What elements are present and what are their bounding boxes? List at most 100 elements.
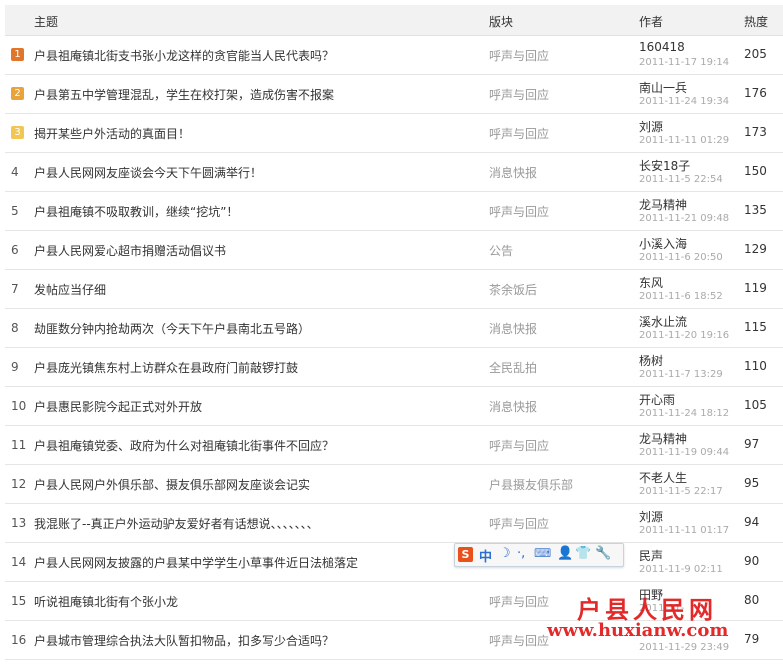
forum-link[interactable]: 呼声与回应 <box>489 86 549 103</box>
heat-count: 150 <box>744 164 767 178</box>
author-link[interactable]: 小溪入海 <box>639 235 687 252</box>
heat-count: 135 <box>744 203 767 217</box>
heat-count: 173 <box>744 125 767 139</box>
post-date: 2011-11-29 23:49 <box>639 642 730 653</box>
header-title: 主题 <box>34 15 59 29</box>
heat-count: 79 <box>744 632 760 646</box>
sogou-logo-icon[interactable]: S <box>458 547 473 562</box>
topic-title-link[interactable]: 揭开某些户外活动的真面目！ <box>34 125 190 142</box>
post-date: 2011-11-17 19:14 <box>639 57 730 68</box>
topic-title-link[interactable]: 劫匪数分钟内抢劫两次（今天下午户县南北五号路） <box>34 320 310 337</box>
topic-title-link[interactable]: 户县人民网网友披露的户县某中学学生小草事件近日法槌落定 <box>34 554 358 571</box>
forum-link[interactable]: 茶余饭后 <box>489 281 537 298</box>
forum-link[interactable]: 消息快报 <box>489 398 537 415</box>
table-row[interactable]: 14 户县人民网网友披露的户县某中学学生小草事件近日法槌落定 民声 2011-11-9… <box>5 543 783 582</box>
soft-keyboard-icon[interactable]: ⌨ <box>534 546 551 560</box>
forum-link[interactable]: 呼声与回应 <box>489 515 549 532</box>
table-row[interactable]: 10 户县惠民影院今起正式对外开放 消息快报 开心雨 2011-11-24 18:12 1… <box>5 387 783 426</box>
table-row[interactable]: 5 户县祖庵镇不吸取教训，继续“挖坑”！ 呼声与回应 龙马精神 2011-11-21 0… <box>5 192 783 231</box>
author-link[interactable]: 龙马精神 <box>639 196 687 213</box>
topic-title-link[interactable]: 我混账了--真正户外运动驴友爱好者有话想说、、、、、、、 <box>34 515 319 532</box>
rank-badge: 14 <box>11 555 27 569</box>
topic-title-link[interactable]: 户县祖庵镇党委、政府为什么对祖庵镇北街事件不回应？ <box>34 437 334 454</box>
post-date: 2011-11-20 19:16 <box>639 330 730 341</box>
half-width-icon[interactable]: ☽ <box>499 546 511 561</box>
forum-link[interactable]: 呼声与回应 <box>489 437 549 454</box>
ime-toolbar[interactable]: S 中 ☽ ·, ⌨ 👤 👕 🔧 <box>454 543 624 567</box>
forum-link[interactable]: 呼声与回应 <box>489 47 549 64</box>
author-link[interactable]: 长安18子 <box>639 157 690 174</box>
rank-badge: 4 <box>11 165 19 179</box>
table-row[interactable]: 6 户县人民网爱心超市捐赠活动倡议书 公告 小溪入海 2011-11-6 20:50 12… <box>5 231 783 270</box>
table-row[interactable]: 2 户县第五中学管理混乱，学生在校打架，造成伤害不报案 呼声与回应 南山一兵 2011-… <box>5 75 783 114</box>
forum-link[interactable]: 呼声与回应 <box>489 203 549 220</box>
punctuation-icon[interactable]: ·, <box>517 546 525 561</box>
rank-badge: 16 <box>11 633 27 647</box>
topic-title-link[interactable]: 发帖应当仔细 <box>34 281 106 298</box>
rank-badge: 6 <box>11 243 19 257</box>
topic-title-link[interactable]: 户县祖庵镇北街支书张小龙这样的贪官能当人民代表吗？ <box>34 47 334 64</box>
rank-badge: 10 <box>11 399 27 413</box>
table-row[interactable]: 7 发帖应当仔细 茶余饭后 东风 2011-11-6 18:52 119 <box>5 270 783 309</box>
table-row[interactable]: 11 户县祖庵镇党委、政府为什么对祖庵镇北街事件不回应？ 呼声与回应 龙马精神 2011… <box>5 426 783 465</box>
table-row[interactable]: 4 户县人民网网友座谈会今天下午圆满举行！ 消息快报 长安18子 2011-11-5 2… <box>5 153 783 192</box>
topic-title-link[interactable]: 户县人民网户外俱乐部、摄友俱乐部网友座谈会记实 <box>34 476 310 493</box>
rank-badge: 7 <box>11 282 19 296</box>
topic-title-link[interactable]: 户县第五中学管理混乱，学生在校打架，造成伤害不报案 <box>34 86 334 103</box>
forum-link[interactable]: 公告 <box>489 242 513 259</box>
author-link[interactable]: 开心雨 <box>639 391 675 408</box>
topic-title-link[interactable]: 户县祖庵镇不吸取教训，继续“挖坑”！ <box>34 203 238 220</box>
author-link[interactable]: 东风 <box>639 274 663 291</box>
author-link[interactable]: 刘源 <box>639 508 663 525</box>
post-date: 2011-11-9 02:11 <box>639 564 723 575</box>
table-row[interactable]: 8 劫匪数分钟内抢劫两次（今天下午户县南北五号路） 消息快报 溪水止流 2011-11-… <box>5 309 783 348</box>
author-link[interactable]: 龙马精神 <box>639 430 687 447</box>
forum-link[interactable]: 消息快报 <box>489 164 537 181</box>
post-date: 2011-11-7 13:29 <box>639 369 723 380</box>
watermark-url: www.huxianw.com <box>547 620 729 641</box>
topic-title-link[interactable]: 听说祖庵镇北街有个张小龙 <box>34 593 178 610</box>
heat-count: 95 <box>744 476 760 490</box>
forum-link[interactable]: 户县摄友俱乐部 <box>489 476 573 493</box>
author-link[interactable]: 杨树 <box>639 352 663 369</box>
post-date: 2011-11-5 22:17 <box>639 486 723 497</box>
forum-link[interactable]: 呼声与回应 <box>489 125 549 142</box>
author-link[interactable]: 不老人生 <box>639 469 687 486</box>
table-row[interactable]: 3 揭开某些户外活动的真面目！ 呼声与回应 刘源 2011-11-11 01:29 173 <box>5 114 783 153</box>
forum-link[interactable]: 全民乱拍 <box>489 359 537 376</box>
topic-title-link[interactable]: 户县人民网网友座谈会今天下午圆满举行！ <box>34 164 262 181</box>
tools-icon[interactable]: 🔧 <box>595 546 611 561</box>
table-row[interactable]: 12 户县人民网户外俱乐部、摄友俱乐部网友座谈会记实 户县摄友俱乐部 不老人生 2011… <box>5 465 783 504</box>
table-row[interactable]: 1 户县祖庵镇北街支书张小龙这样的贪官能当人民代表吗？ 呼声与回应 160418 201… <box>5 36 783 75</box>
author-link[interactable]: 民声 <box>639 547 663 564</box>
table-row[interactable]: 9 户县庞光镇焦东村上访群众在县政府门前敲锣打鼓 全民乱拍 杨树 2011-11-7 1… <box>5 348 783 387</box>
forum-link[interactable]: 呼声与回应 <box>489 632 549 649</box>
chinese-mode-icon[interactable]: 中 <box>479 546 492 565</box>
rank-badge: 2 <box>11 87 24 100</box>
forum-link[interactable]: 呼声与回应 <box>489 593 549 610</box>
author-link[interactable]: 刘源 <box>639 118 663 135</box>
heat-count: 176 <box>744 86 767 100</box>
author-link[interactable]: 溪水止流 <box>639 313 687 330</box>
topic-title-link[interactable]: 户县庞光镇焦东村上访群众在县政府门前敲锣打鼓 <box>34 359 298 376</box>
heat-count: 115 <box>744 320 767 334</box>
post-date: 2011-11-11 01:17 <box>639 525 730 536</box>
header-author: 作者 <box>639 15 664 29</box>
topic-title-link[interactable]: 户县城市管理综合执法大队暂扣物品，扣多写少合适吗？ <box>34 632 334 649</box>
user-icon[interactable]: 👤 <box>557 546 573 561</box>
heat-count: 80 <box>744 593 760 607</box>
post-date: 2011-11-24 19:34 <box>639 96 730 107</box>
heat-count: 205 <box>744 47 767 61</box>
author-link[interactable]: 南山一兵 <box>639 79 687 96</box>
author-link[interactable]: 160418 <box>639 40 685 54</box>
topic-title-link[interactable]: 户县人民网爱心超市捐赠活动倡议书 <box>34 242 226 259</box>
table-row[interactable]: 13 我混账了--真正户外运动驴友爱好者有话想说、、、、、、、 呼声与回应 刘源 201… <box>5 504 783 543</box>
skin-icon[interactable]: 👕 <box>575 546 591 561</box>
topic-title-link[interactable]: 户县惠民影院今起正式对外开放 <box>34 398 202 415</box>
heat-count: 90 <box>744 554 760 568</box>
rank-badge: 13 <box>11 516 27 530</box>
header-heat[interactable]: 热度 <box>744 13 768 30</box>
forum-link[interactable]: 消息快报 <box>489 320 537 337</box>
header-forum: 版块 <box>489 15 514 29</box>
heat-count: 105 <box>744 398 767 412</box>
